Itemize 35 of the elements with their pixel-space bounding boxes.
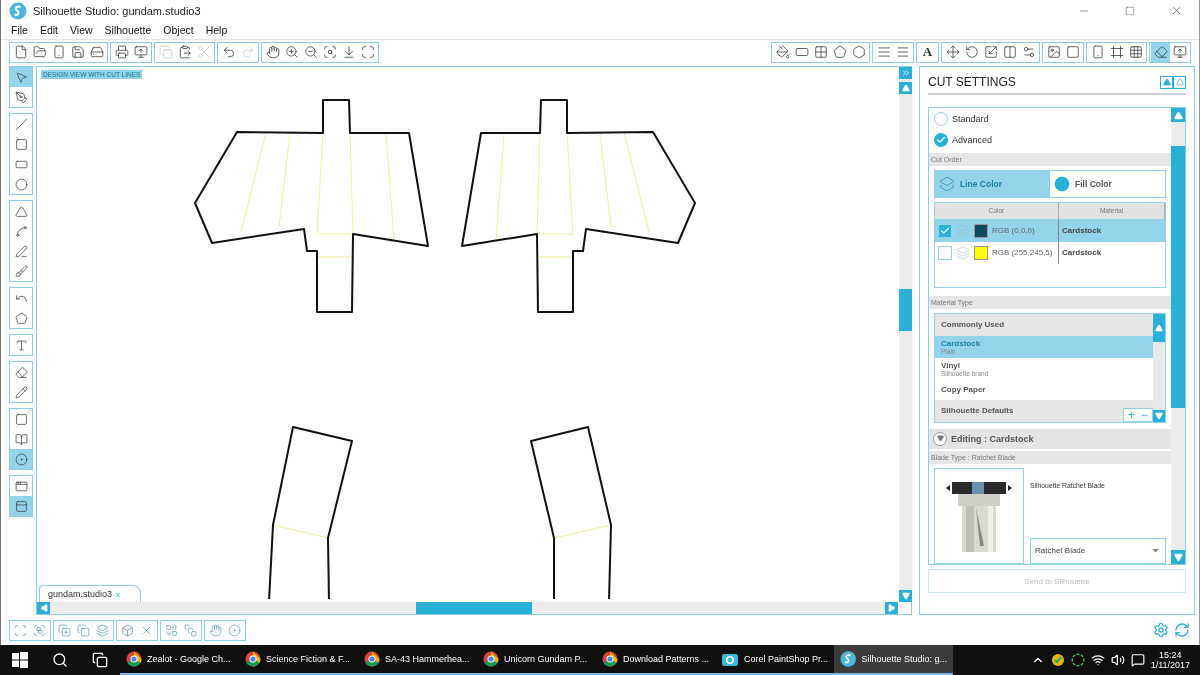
item-label: Commonly Used [941,320,1005,330]
menu-item[interactable]: Object [157,24,200,36]
table-cell: RGB (255,245,5) [992,248,1053,257]
menu-item[interactable]: Edit [33,24,64,36]
text-style-button[interactable]: A [918,42,937,62]
clock-date: 1/11/2017 [1150,660,1190,670]
menu-item[interactable]: File [5,24,34,36]
menu-item[interactable]: Help [199,24,234,36]
item-label: Silhouette Defaults [941,406,1014,416]
panel-title: CUT SETTINGS [928,75,1017,89]
taskbar-app-button[interactable]: Science Fiction & F... [239,645,358,675]
taskbar-app-button[interactable]: Zealot - Google Ch... [120,645,239,675]
clock-time: 15:24 [1159,650,1182,660]
window-title: Silhouette Studio: gundam.studio3 [33,4,202,17]
menu-item[interactable]: Silhouette [98,24,158,36]
blade-dropdown[interactable]: Ratchet Blade [1030,538,1166,564]
taskbar-app-button[interactable]: SA-43 Hammerhea... [358,645,477,675]
table-cell: Cardstock [1062,226,1102,235]
taskbar-app-button[interactable]: Unicorn Gundam P... [477,645,596,675]
document-tab-label: gundam.studio3 [48,589,113,599]
taskbar-app-button[interactable]: Download Patterns ... [596,645,715,675]
menu-item[interactable]: View [64,24,99,36]
radio-label: Advanced [952,134,993,145]
item-label: Vinyl [941,360,960,370]
document-tab[interactable]: gundam.studio3 x [39,585,142,602]
item-label: Cardstock [941,338,981,348]
table-cell: RGB (0,0,0) [992,226,1035,235]
item-label: Copy Paper [941,385,986,395]
table-row-highlight[interactable]: RGB (0,0,0) [935,219,1059,242]
radio-label: Standard [952,113,989,124]
table-cell: Cardstock [1062,248,1102,257]
table-row-highlight[interactable]: RGB (255,245,5) [935,241,1059,264]
section-title: Editing : Cardstock [951,433,1034,444]
list-group-header[interactable]: Commonly Used [935,313,1153,336]
taskbar-app-button[interactable]: Silhouette Studio: g... [834,645,953,675]
